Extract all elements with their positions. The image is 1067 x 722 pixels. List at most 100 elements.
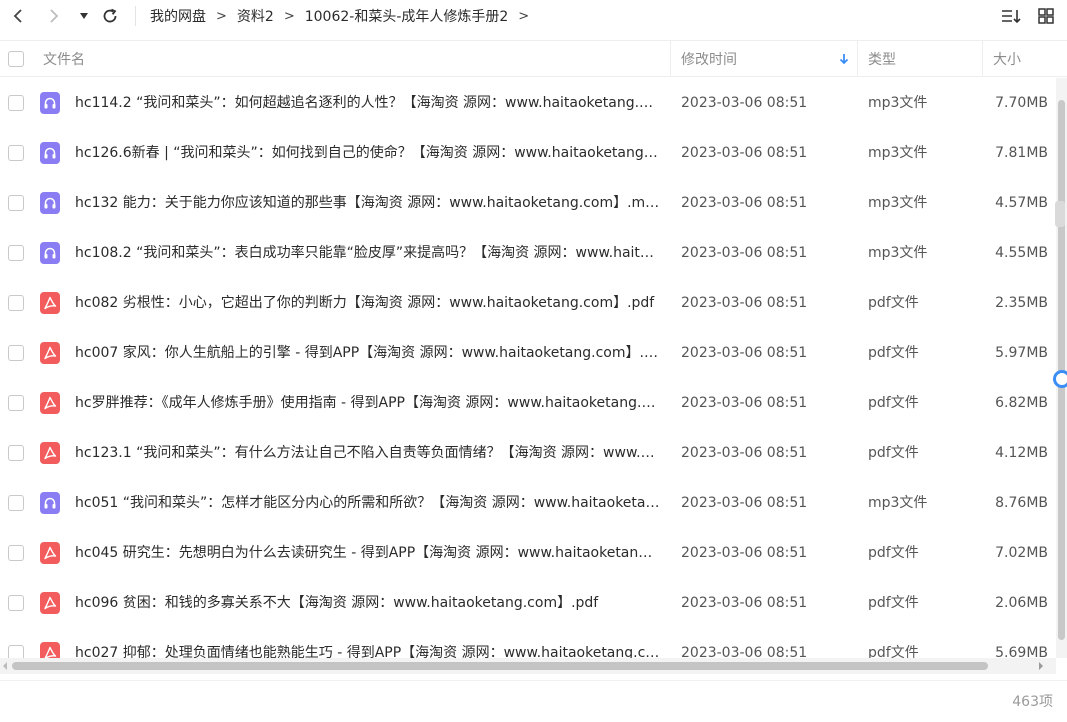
file-row[interactable]: hc123.1 “我问和菜头”：有什么方法让自己不陷入自责等负面情绪？【海淘资 … bbox=[0, 428, 1056, 478]
pdf-file-icon bbox=[40, 342, 60, 364]
row-checkbox[interactable] bbox=[8, 345, 24, 361]
audio-file-icon bbox=[40, 92, 60, 114]
file-list-header: 文件名 修改时间 类型 大小 bbox=[0, 40, 1067, 77]
column-header-modified[interactable]: 修改时间 bbox=[681, 41, 737, 77]
toolbar: 我的网盘 > 资料2 > 10062-和菜头-成年人修炼手册2 > bbox=[0, 0, 1067, 32]
file-name[interactable]: hc126.6新春 | “我问和菜头”：如何找到自己的使命？【海淘资 源网：ww… bbox=[75, 128, 660, 178]
grid-view-button[interactable] bbox=[1035, 5, 1057, 27]
file-size: 7.70MB bbox=[995, 95, 1048, 111]
back-button[interactable] bbox=[6, 4, 30, 28]
file-type: pdf文件 bbox=[868, 595, 919, 611]
file-size: 2.06MB bbox=[995, 595, 1048, 611]
history-dropdown-button[interactable] bbox=[74, 4, 94, 28]
file-size: 5.97MB bbox=[995, 345, 1048, 361]
breadcrumb-item-folder[interactable]: 资料2 bbox=[237, 6, 274, 26]
pdf-file-icon bbox=[40, 392, 60, 414]
file-type: mp3文件 bbox=[868, 145, 928, 161]
file-name[interactable]: hc045 研究生：先想明白为什么去读研究生 - 得到APP【海淘资 源网：ww… bbox=[75, 528, 660, 578]
column-header-size[interactable]: 大小 bbox=[993, 41, 1021, 77]
refresh-button[interactable] bbox=[98, 4, 122, 28]
pdf-file-icon bbox=[40, 442, 60, 464]
sort-menu-button[interactable] bbox=[1000, 5, 1022, 27]
scroll-left-arrow[interactable] bbox=[0, 661, 10, 671]
file-modified-time: 2023-03-06 08:51 bbox=[681, 495, 808, 511]
column-divider[interactable] bbox=[670, 41, 671, 77]
row-checkbox[interactable] bbox=[8, 545, 24, 561]
pdf-file-icon bbox=[40, 292, 60, 314]
file-size: 2.35MB bbox=[995, 295, 1048, 311]
column-header-type[interactable]: 类型 bbox=[868, 41, 896, 77]
row-checkbox[interactable] bbox=[8, 445, 24, 461]
file-name[interactable]: hc罗胖推荐：《成年人修炼手册》使用指南 - 得到APP【海淘资 源网：www.… bbox=[75, 378, 660, 428]
grid-icon bbox=[1038, 8, 1054, 24]
file-size: 4.57MB bbox=[995, 195, 1048, 211]
file-row[interactable]: hc027 抑郁：处理负面情绪也能熟能生巧 - 得到APP【海淘资 源网：www… bbox=[0, 628, 1056, 658]
file-name[interactable]: hc123.1 “我问和菜头”：有什么方法让自己不陷入自责等负面情绪？【海淘资 … bbox=[75, 428, 660, 478]
breadcrumb-item-root[interactable]: 我的网盘 bbox=[150, 6, 206, 26]
row-checkbox[interactable] bbox=[8, 495, 24, 511]
column-divider[interactable] bbox=[982, 41, 983, 77]
file-name[interactable]: hc132 能力：关于能力你应该知道的那些事【海淘资 源网：www.haitao… bbox=[75, 178, 660, 228]
horizontal-scrollbar[interactable] bbox=[0, 658, 1056, 674]
file-row[interactable]: hc114.2 “我问和菜头”：如何超越追名逐利的人性？【海淘资 源网：www.… bbox=[0, 78, 1056, 128]
file-row[interactable]: hc007 家风：你人生航船上的引擎 - 得到APP【海淘资 源网：www.ha… bbox=[0, 328, 1056, 378]
row-checkbox[interactable] bbox=[8, 245, 24, 261]
breadcrumb-item-current[interactable]: 10062-和菜头-成年人修炼手册2 bbox=[305, 6, 509, 26]
file-name[interactable]: hc096 贫困：和钱的多寡关系不大【海淘资 源网：www.haitaoketa… bbox=[75, 578, 660, 628]
status-bar: 463项 bbox=[0, 680, 1067, 722]
file-row[interactable]: hc132 能力：关于能力你应该知道的那些事【海淘资 源网：www.haitao… bbox=[0, 178, 1056, 228]
row-checkbox[interactable] bbox=[8, 295, 24, 311]
file-name[interactable]: hc114.2 “我问和菜头”：如何超越追名逐利的人性？【海淘资 源网：www.… bbox=[75, 78, 660, 128]
caret-right-icon bbox=[1039, 662, 1043, 670]
file-row[interactable]: hc082 劣根性：小心，它超出了你的判断力【海淘资 源网：www.haitao… bbox=[0, 278, 1056, 328]
file-row[interactable]: hc045 研究生：先想明白为什么去读研究生 - 得到APP【海淘资 源网：ww… bbox=[0, 528, 1056, 578]
row-checkbox[interactable] bbox=[8, 145, 24, 161]
file-row[interactable]: hc罗胖推荐：《成年人修炼手册》使用指南 - 得到APP【海淘资 源网：www.… bbox=[0, 378, 1056, 428]
file-modified-time: 2023-03-06 08:51 bbox=[681, 145, 808, 161]
row-checkbox[interactable] bbox=[8, 195, 24, 211]
floating-drag-handle[interactable] bbox=[1053, 370, 1067, 388]
row-checkbox[interactable] bbox=[8, 95, 24, 111]
audio-file-icon bbox=[40, 192, 60, 214]
file-list: hc114.2 “我问和菜头”：如何超越追名逐利的人性？【海淘资 源网：www.… bbox=[0, 78, 1056, 658]
file-type: mp3文件 bbox=[868, 245, 928, 261]
vertical-scrollbar[interactable] bbox=[1056, 78, 1067, 658]
file-type: pdf文件 bbox=[868, 545, 919, 561]
file-row[interactable]: hc051 “我问和菜头”：怎样才能区分内心的所需和所欲？【海淘资 源网：www… bbox=[0, 478, 1056, 528]
file-name[interactable]: hc051 “我问和菜头”：怎样才能区分内心的所需和所欲？【海淘资 源网：www… bbox=[75, 478, 660, 528]
file-type: mp3文件 bbox=[868, 495, 928, 511]
row-checkbox[interactable] bbox=[8, 645, 24, 658]
file-type: mp3文件 bbox=[868, 195, 928, 211]
file-type: mp3文件 bbox=[868, 95, 928, 111]
file-name[interactable]: hc082 劣根性：小心，它超出了你的判断力【海淘资 源网：www.haitao… bbox=[75, 278, 660, 328]
file-type: pdf文件 bbox=[868, 295, 919, 311]
column-header-name[interactable]: 文件名 bbox=[43, 41, 85, 77]
scroll-position-marker[interactable] bbox=[1055, 201, 1065, 227]
chevron-left-icon bbox=[13, 9, 22, 23]
file-modified-time: 2023-03-06 08:51 bbox=[681, 395, 808, 411]
caret-left-icon bbox=[3, 662, 7, 670]
column-divider[interactable] bbox=[857, 41, 858, 77]
caret-down-icon bbox=[80, 13, 88, 19]
scroll-right-arrow[interactable] bbox=[1036, 661, 1046, 671]
row-checkbox[interactable] bbox=[8, 595, 24, 611]
file-row[interactable]: hc096 贫困：和钱的多寡关系不大【海淘资 源网：www.haitaoketa… bbox=[0, 578, 1056, 628]
sort-desc-indicator[interactable] bbox=[838, 41, 850, 77]
forward-button[interactable] bbox=[42, 4, 66, 28]
file-name[interactable]: hc108.2 “我问和菜头”：表白成功率只能靠“脸皮厚”来提高吗？【海淘资 源… bbox=[75, 228, 660, 278]
horizontal-scroll-thumb[interactable] bbox=[12, 662, 988, 670]
select-all-checkbox[interactable] bbox=[8, 51, 24, 67]
audio-file-icon bbox=[40, 492, 60, 514]
file-modified-time: 2023-03-06 08:51 bbox=[681, 195, 808, 211]
file-row[interactable]: hc108.2 “我问和菜头”：表白成功率只能靠“脸皮厚”来提高吗？【海淘资 源… bbox=[0, 228, 1056, 278]
breadcrumb-separator: > bbox=[283, 8, 295, 24]
file-name[interactable]: hc007 家风：你人生航船上的引擎 - 得到APP【海淘资 源网：www.ha… bbox=[75, 328, 660, 378]
file-row[interactable]: hc126.6新春 | “我问和菜头”：如何找到自己的使命？【海淘资 源网：ww… bbox=[0, 128, 1056, 178]
row-checkbox[interactable] bbox=[8, 395, 24, 411]
file-size: 7.81MB bbox=[995, 145, 1048, 161]
breadcrumb: 我的网盘 > 资料2 > 10062-和菜头-成年人修炼手册2 > bbox=[150, 5, 539, 27]
chevron-right-icon bbox=[50, 9, 59, 23]
file-type: pdf文件 bbox=[868, 395, 919, 411]
refresh-icon bbox=[103, 8, 117, 23]
file-name[interactable]: hc027 抑郁：处理负面情绪也能熟能生巧 - 得到APP【海淘资 源网：www… bbox=[75, 628, 660, 658]
